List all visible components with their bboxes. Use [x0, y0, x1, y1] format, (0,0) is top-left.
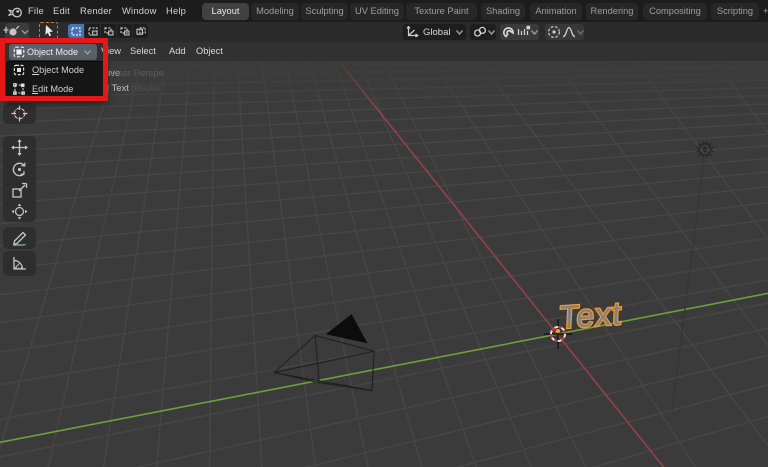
svg-text:Text: Text	[559, 295, 623, 335]
